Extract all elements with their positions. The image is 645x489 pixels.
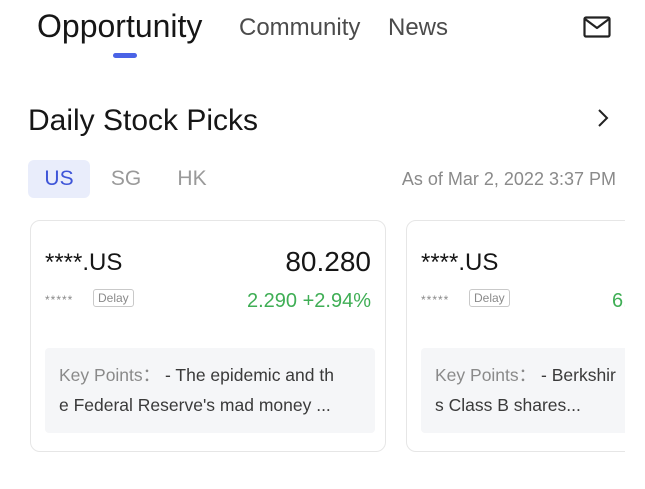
stock-cards-carousel[interactable]: ****.US 80.280 ***** Delay 2.290 +2.94% … xyxy=(30,220,625,456)
market-tab-us[interactable]: US xyxy=(28,160,90,198)
stock-card[interactable]: ****.US 80.280 ***** Delay 2.290 +2.94% … xyxy=(30,220,386,452)
tab-opportunity[interactable]: Opportunity xyxy=(37,8,202,45)
key-points-label: Key Points： xyxy=(435,365,537,385)
key-points-text-line2: s Class B shares... xyxy=(435,395,581,415)
envelope-icon[interactable] xyxy=(583,16,611,38)
tab-community[interactable]: Community xyxy=(239,14,360,42)
card-ticker: ****.US xyxy=(421,249,499,276)
delay-badge: Delay xyxy=(469,289,510,307)
tab-news[interactable]: News xyxy=(388,14,448,42)
as-of-timestamp: As of Mar 2, 2022 3:37 PM xyxy=(401,169,616,189)
stock-card[interactable]: ****.US ***** Delay 6. Key Points： - Ber… xyxy=(406,220,625,452)
card-name-masked: ***** xyxy=(45,293,74,307)
card-price: 80.280 xyxy=(285,246,371,277)
key-points-text-line1: - Berkshir xyxy=(536,365,616,385)
key-points-box: Key Points： - Berkshir s Class B shares.… xyxy=(421,348,625,433)
delay-badge: Delay xyxy=(93,289,134,307)
card-name-masked: ***** xyxy=(421,293,450,307)
card-change: 2.290 +2.94% xyxy=(247,290,371,312)
card-ticker: ****.US xyxy=(45,249,123,276)
card-change: 6. xyxy=(612,290,625,312)
market-tab-sg[interactable]: SG xyxy=(104,160,148,198)
chevron-right-icon[interactable] xyxy=(596,107,610,129)
key-points-text-line2: e Federal Reserve's mad money ... xyxy=(59,395,331,415)
active-tab-indicator xyxy=(113,53,137,58)
section-title: Daily Stock Picks xyxy=(28,104,259,137)
key-points-text-line1: - The epidemic and th xyxy=(160,365,334,385)
top-nav: Opportunity Community News xyxy=(0,0,645,70)
key-points-box: Key Points： - The epidemic and th e Fede… xyxy=(45,348,375,433)
key-points-label: Key Points： xyxy=(59,365,161,385)
market-tab-hk[interactable]: HK xyxy=(170,160,214,198)
